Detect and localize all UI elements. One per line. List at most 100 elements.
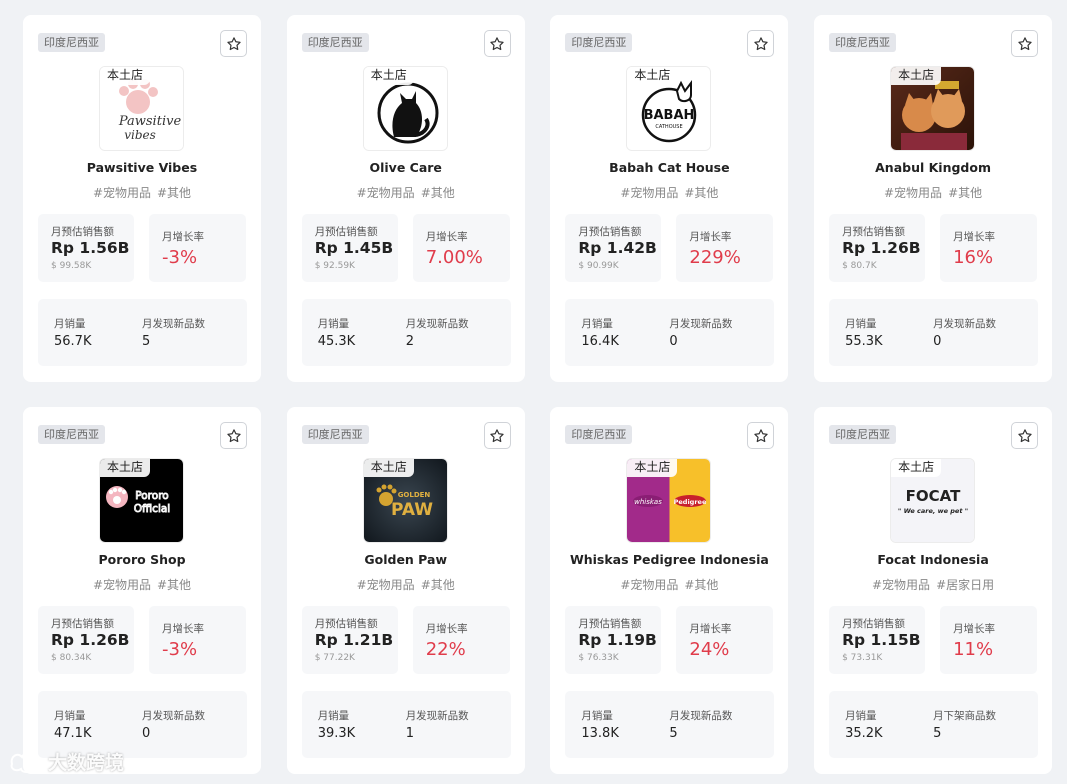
sales-label: 月销量	[845, 710, 877, 722]
favorite-button[interactable]	[483, 30, 511, 57]
category-tag: #其他	[684, 578, 719, 592]
favorite-button[interactable]	[220, 30, 247, 57]
store-name[interactable]: Pawsitive Vibes	[23, 160, 261, 175]
favorite-button[interactable]	[747, 422, 775, 449]
category-tag: #其他	[420, 186, 455, 200]
revenue-usd: $ 73.31K	[842, 653, 883, 663]
revenue-value: Rp 1.21B	[314, 631, 394, 649]
store-name[interactable]: Olive Care	[287, 160, 525, 175]
favorite-button[interactable]	[747, 30, 775, 57]
star-icon	[1017, 428, 1032, 442]
revenue-usd: $ 77.22K	[314, 653, 355, 663]
growth-value: 22%	[425, 639, 466, 660]
growth-label: 月增长率	[689, 623, 732, 635]
revenue-usd: $ 99.58K	[51, 261, 92, 271]
category-tag: #宠物用品	[92, 578, 151, 592]
logo-text: FOCAT	[906, 487, 961, 505]
store-logo: 本土店 BABAH CATHOUSE	[626, 66, 712, 151]
metric2-label: 月发现新品数	[142, 318, 205, 330]
revenue-box: 月预估销售额 Rp 1.56B $ 99.58K	[38, 214, 134, 282]
sales-label: 月销量	[54, 710, 86, 722]
region-tag: 印度尼西亚	[829, 425, 897, 444]
growth-box: 月增长率 -3%	[149, 214, 246, 282]
revenue-box: 月预估销售额 Rp 1.26B $ 80.7K	[829, 214, 926, 282]
revenue-usd: $ 80.34K	[51, 653, 92, 663]
sales-label: 月销量	[317, 710, 350, 722]
growth-box: 月增长率 11%	[940, 606, 1038, 674]
sales-value: 45.3K	[317, 334, 356, 349]
growth-value: -3%	[162, 639, 198, 660]
revenue-label: 月预估销售额	[51, 618, 114, 630]
star-icon	[490, 428, 504, 442]
sales-value: 47.1K	[54, 726, 92, 741]
metric2-label: 月发现新品数	[405, 710, 469, 722]
region-tag: 印度尼西亚	[565, 33, 633, 52]
star-icon	[226, 36, 241, 50]
sales-value: 55.3K	[845, 334, 883, 349]
store-card[interactable]: 印度尼西亚 本土店 Anabul Kingdom #宠物用品 #其他 月预估销售额…	[814, 15, 1053, 382]
favorite-button[interactable]	[220, 422, 247, 449]
growth-label: 月增长率	[425, 231, 468, 243]
region-tag: 印度尼西亚	[38, 33, 105, 52]
metric2-label: 月发现新品数	[142, 710, 205, 722]
growth-label: 月增长率	[953, 231, 996, 243]
revenue-value: Rp 1.42B	[578, 239, 657, 257]
store-logo: 本土店	[890, 66, 976, 151]
favorite-button[interactable]	[1011, 30, 1039, 57]
store-tags: #宠物用品 #其他	[287, 576, 525, 593]
favorite-button[interactable]	[483, 422, 511, 449]
metric2-value: 5	[669, 726, 678, 741]
metric2-value: 1	[405, 726, 414, 741]
sales-label: 月销量	[581, 318, 613, 330]
category-tag: #其他	[684, 186, 719, 200]
store-name[interactable]: Pororo Shop	[23, 552, 261, 567]
growth-label: 月增长率	[689, 231, 732, 243]
store-grid: 印度尼西亚 本土店 Pawsitive vibes Pawsitive Vibe…	[23, 15, 1053, 774]
store-card[interactable]: 印度尼西亚 本土店 GOLDEN PAW Golden Paw #宠物用品 #其他…	[286, 407, 525, 774]
store-card[interactable]: 印度尼西亚 本土店 Olive Care #宠物用品 #其他 月预估销售额 Rp …	[286, 15, 525, 382]
sales-label: 月销量	[317, 318, 350, 330]
growth-value: -3%	[162, 247, 198, 268]
store-card[interactable]: 印度尼西亚 本土店 BABAH CATHOUSE Babah Cat House…	[550, 15, 789, 382]
store-name[interactable]: Golden Paw	[287, 552, 525, 567]
sales-value: 16.4K	[581, 334, 619, 349]
revenue-value: Rp 1.56B	[51, 239, 130, 257]
revenue-value: Rp 1.19B	[578, 631, 657, 649]
region-tag: 印度尼西亚	[38, 425, 105, 444]
store-name[interactable]: Anabul Kingdom	[814, 160, 1052, 175]
growth-label: 月增长率	[162, 623, 204, 635]
revenue-box: 月预估销售额 Rp 1.15B $ 73.31K	[829, 606, 926, 674]
sales-value: 39.3K	[317, 726, 356, 741]
sales-value: 13.8K	[581, 726, 619, 741]
store-name[interactable]: Babah Cat House	[550, 160, 788, 175]
category-tag: #其他	[157, 186, 192, 200]
metric2-value: 2	[405, 334, 414, 349]
growth-box: 月增长率 24%	[676, 606, 774, 674]
revenue-label: 月预估销售额	[314, 226, 378, 238]
store-logo: 本土店 whiskas Pedigree	[626, 458, 712, 543]
store-name[interactable]: Whiskas Pedigree Indonesia	[550, 552, 788, 567]
store-card[interactable]: 印度尼西亚 本土店 whiskas Pedigree Whiskas Pedig…	[550, 407, 789, 774]
revenue-usd: $ 76.33K	[578, 653, 619, 663]
logo-text: PAW	[391, 500, 433, 520]
region-tag: 印度尼西亚	[301, 33, 369, 52]
logo-text: Pawsitive	[118, 114, 182, 129]
logo-text: Pedigree	[674, 498, 707, 506]
favorite-button[interactable]	[1011, 422, 1039, 449]
category-tag: #宠物用品	[884, 186, 943, 200]
metrics-box: 月销量 月发现新品数 56.7K 5	[38, 299, 247, 366]
logo-text: " We care, we pet "	[898, 507, 968, 515]
local-store-badge: 本土店	[100, 459, 151, 477]
revenue-box: 月预估销售额 Rp 1.26B $ 80.34K	[38, 606, 134, 674]
store-name[interactable]: Focat Indonesia	[814, 552, 1052, 567]
local-store-badge: 本土店	[891, 459, 942, 477]
growth-label: 月增长率	[162, 231, 204, 243]
metrics-box: 月销量 月发现新品数 45.3K 2	[301, 299, 511, 366]
store-card[interactable]: 印度尼西亚 本土店 Pororo Official Pororo Shop #宠…	[23, 407, 261, 774]
revenue-value: Rp 1.15B	[842, 631, 921, 649]
metric2-value: 5	[933, 726, 942, 741]
store-card[interactable]: 印度尼西亚 本土店 FOCAT " We care, we pet " Foca…	[814, 407, 1053, 774]
store-card[interactable]: 印度尼西亚 本土店 Pawsitive vibes Pawsitive Vibe…	[23, 15, 261, 382]
metrics-box: 月销量 月发现新品数 55.3K 0	[829, 299, 1039, 366]
local-store-badge: 本土店	[363, 459, 414, 477]
